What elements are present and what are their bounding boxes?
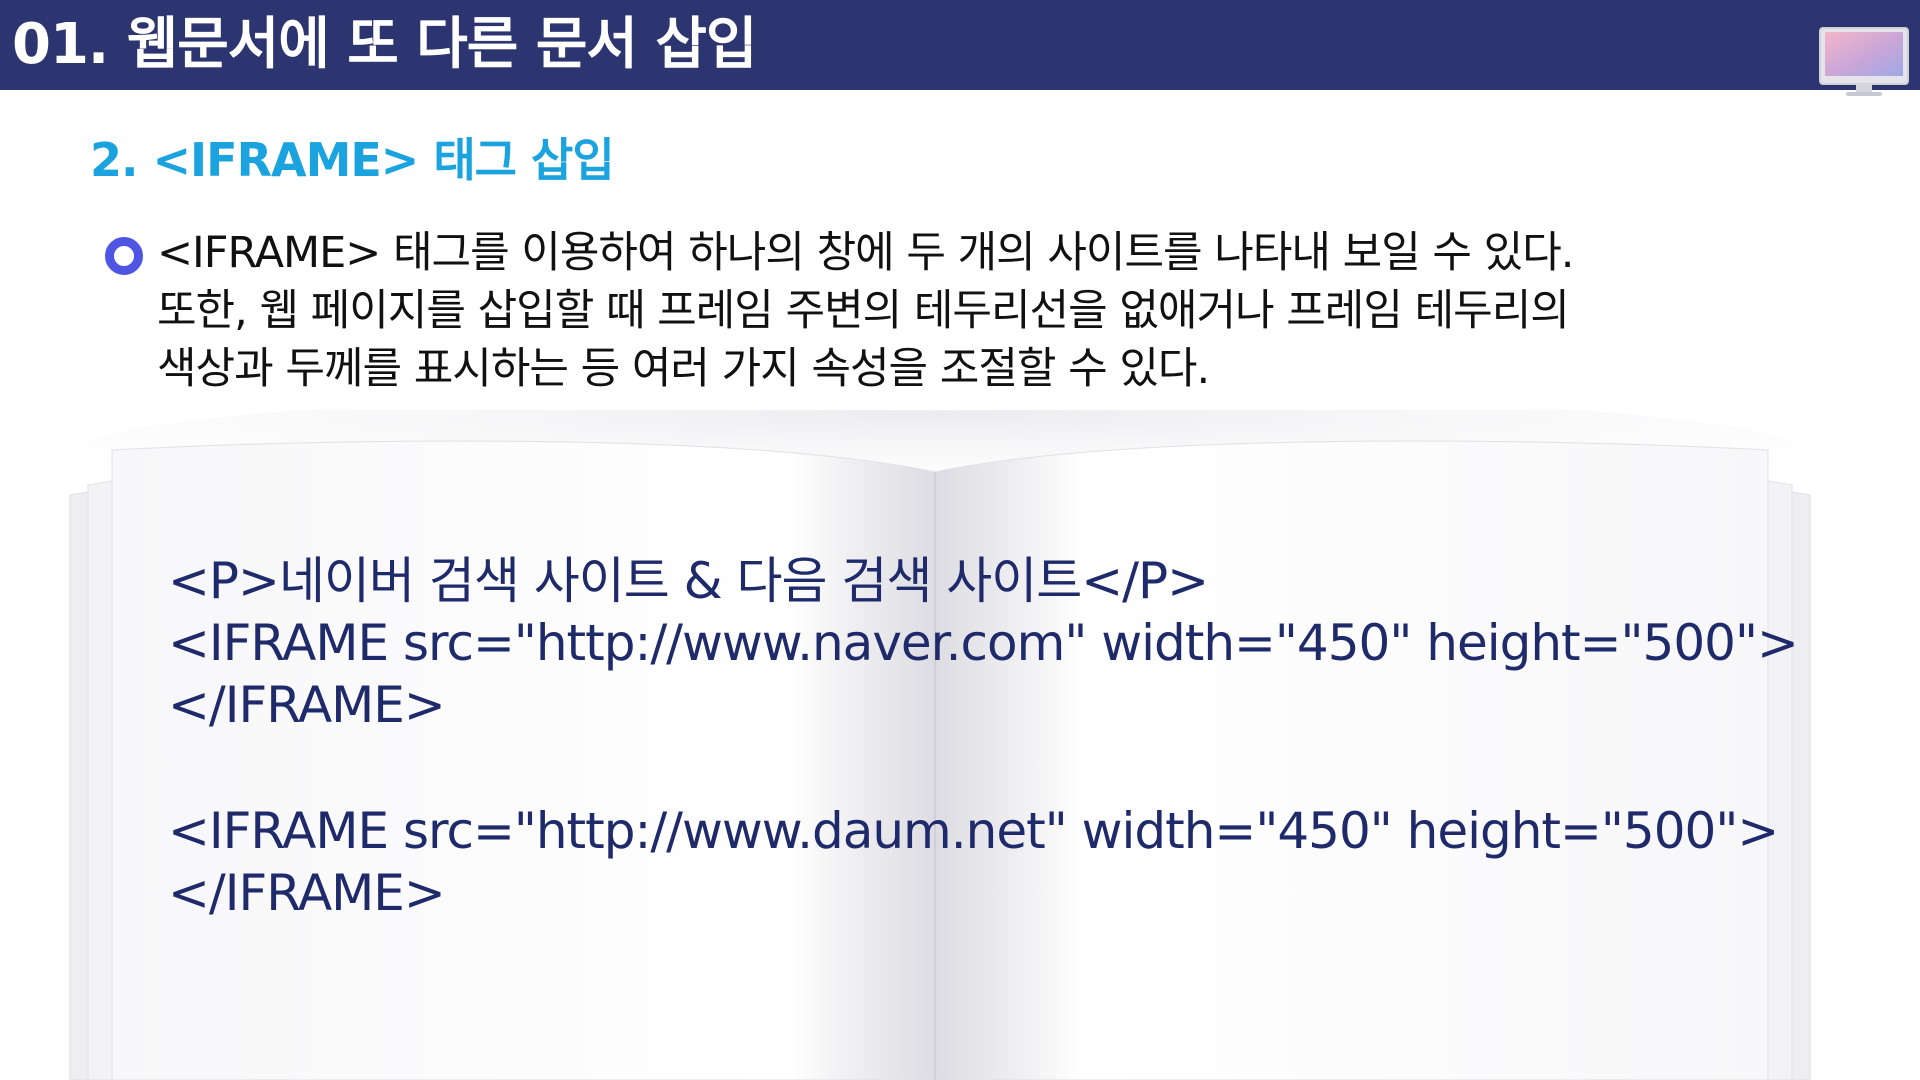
code-line: <IFRAME src="http://www.naver.com" width… [168, 614, 1799, 672]
description: <IFRAME> 태그를 이용하여 하나의 창에 두 개의 사이트를 나타내 보… [157, 224, 1897, 398]
description-line: 또한, 웹 페이지를 삽입할 때 프레임 주변의 테두리선을 없애거나 프레임 … [157, 286, 1570, 336]
title-bar: 01. 웹문서에 또 다른 문서 삽입 [0, 0, 1920, 96]
circle-bullet-icon [105, 237, 143, 275]
code-line: <IFRAME src="http://www.daum.net" width=… [168, 802, 1779, 860]
description-line: <IFRAME> 태그를 이용하여 하나의 창에 두 개의 사이트를 나타내 보… [157, 228, 1574, 278]
description-line: 색상과 두께를 표시하는 등 여러 가지 속성을 조절할 수 있다. [157, 344, 1210, 394]
code-example: <P>네이버 검색 사이트 & 다음 검색 사이트</P> <IFRAME sr… [168, 550, 1799, 924]
monitor-icon [1818, 26, 1910, 98]
page-title: 01. 웹문서에 또 다른 문서 삽입 [12, 12, 757, 77]
section-heading: 2. <IFRAME> 태그 삽입 [90, 133, 615, 187]
code-line: </IFRAME> [168, 864, 446, 922]
code-line: <P>네이버 검색 사이트 & 다음 검색 사이트</P> [168, 552, 1209, 610]
code-line: </IFRAME> [168, 676, 446, 734]
